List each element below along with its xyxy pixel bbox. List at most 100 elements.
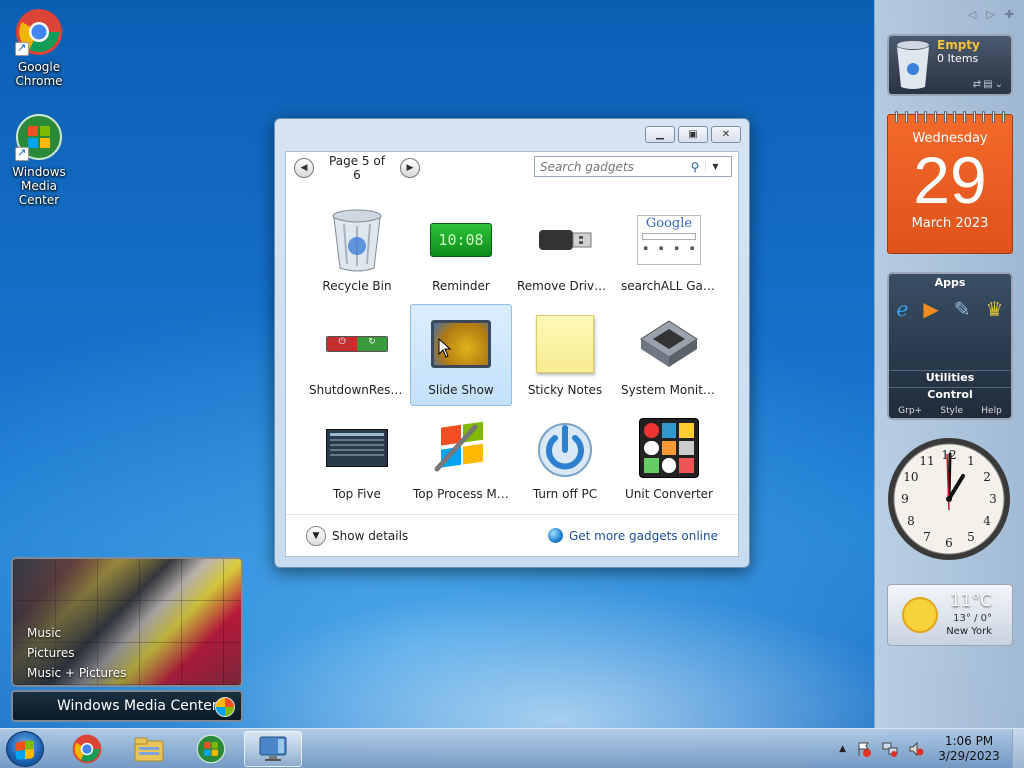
restore-button[interactable]: ▣ — [678, 126, 708, 143]
analog-clock: 121234567891011 — [888, 438, 1010, 560]
apps-launcher-gadget[interactable]: Apps ℯ ▶ ✎ ♛ Utilities Control Grp+ Styl… — [887, 272, 1013, 420]
gadget-tile-top-five[interactable]: Top Five — [306, 408, 408, 510]
media-center-title-bar[interactable]: Windows Media Center — [11, 690, 243, 722]
clock-numeral: 4 — [983, 514, 991, 528]
desktop-icon-chrome[interactable]: Google Chrome — [0, 8, 78, 88]
clock-numeral: 10 — [903, 470, 918, 484]
prev-page-button[interactable]: ◀ — [294, 158, 314, 178]
media-menu-pictures[interactable]: Pictures — [27, 643, 126, 663]
close-button[interactable]: ✕ — [711, 126, 741, 143]
chrome-icon — [72, 734, 102, 764]
reminder-clock-icon: 10:08 — [428, 207, 494, 273]
apps-style-button[interactable]: Style — [940, 406, 963, 416]
calendar-rings — [888, 111, 1012, 123]
next-page-button[interactable]: ▶ — [400, 158, 420, 178]
gadget-tile-recycle-bin[interactable]: Recycle Bin — [306, 200, 408, 302]
recycle-bin-icon — [897, 41, 929, 89]
gadget-tile-searchall[interactable]: Google ▪ ▪ ▪ ▪ searchALL Gadg... — [618, 200, 720, 302]
windows-logo-icon — [15, 113, 63, 161]
gadget-name: Slide Show — [428, 383, 494, 397]
search-input[interactable] — [535, 159, 685, 174]
media-center-gadget[interactable]: Music Pictures Music + Pictures — [11, 557, 243, 687]
network-icon[interactable] — [882, 741, 898, 757]
apps-grp-button[interactable]: Grp+ — [898, 406, 922, 416]
taskbar-gadgets[interactable] — [244, 731, 302, 767]
windows-logo-icon — [215, 697, 235, 717]
gadget-tile-shutdown-restart[interactable]: ⏻ ↻ ShutdownRestart — [306, 304, 408, 406]
show-details-toggle[interactable]: ▼ Show details — [306, 525, 408, 546]
cpu-chip-icon — [636, 311, 702, 377]
gallery-footer: ▼ Show details Get more gadgets online — [286, 514, 738, 556]
calendar-gadget[interactable]: Wednesday 29 March 2023 — [887, 111, 1013, 254]
chevron-down-icon: ▼ — [306, 525, 326, 546]
media-center-menu: Music Pictures Music + Pictures — [27, 623, 126, 683]
search-dropdown-icon[interactable]: ▼ — [705, 162, 725, 171]
google-logo-text: Google — [645, 216, 693, 231]
start-button[interactable] — [6, 731, 44, 767]
get-more-gadgets-link[interactable]: Get more gadgets online — [547, 528, 718, 543]
paint-icon[interactable]: ✎ — [954, 297, 971, 321]
add-gadget-icon[interactable]: ✚ — [1005, 8, 1014, 21]
power-buttons-icon: ⏻ ↻ — [324, 311, 390, 377]
apps-header: Apps — [934, 276, 966, 289]
apps-control-row[interactable]: Control — [889, 387, 1011, 401]
media-center-title: Windows Media Center — [57, 698, 218, 714]
internet-explorer-icon[interactable]: ℯ — [897, 297, 909, 321]
recycle-tools-icon[interactable]: ⇄▤⌄ — [973, 79, 1005, 90]
chevron-right-icon: ▶ — [406, 163, 414, 173]
taskbar-explorer[interactable] — [120, 731, 178, 767]
weather-gadget[interactable]: 11°C 13° / 0° New York — [887, 584, 1013, 646]
weather-temperature: 11°C — [949, 591, 992, 611]
clock-numeral: 11 — [919, 454, 934, 468]
unit-converter-icon — [636, 415, 702, 481]
gadget-name: Top Five — [333, 487, 381, 501]
gadget-name: Unit Converter — [624, 487, 713, 501]
chevron-left-icon: ◀ — [300, 163, 308, 173]
google-search-icon: Google ▪ ▪ ▪ ▪ — [636, 207, 702, 273]
apps-utilities-row[interactable]: Utilities — [889, 370, 1011, 384]
gadget-gallery-window[interactable]: ▁ ▣ ✕ ◀ Page 5 of 6 ▶ ⚲ ▼ — [274, 118, 750, 568]
clock-numeral: 8 — [907, 514, 915, 528]
gadget-tile-sticky-notes[interactable]: Sticky Notes — [514, 304, 616, 406]
desktop-icon-media-center[interactable]: Windows Media Center — [0, 113, 78, 207]
clock-numeral: 2 — [983, 470, 991, 484]
media-menu-music-pictures[interactable]: Music + Pictures — [27, 663, 126, 683]
gadget-name: Top Process Mo... — [413, 487, 511, 501]
gadget-tile-remove-drive[interactable]: Remove Drive S... — [514, 200, 616, 302]
clock-numeral: 3 — [989, 492, 997, 506]
gadget-sidebar: ◁ ▷ ✚ Empty 0 Items ⇄▤⌄ Wednesday 29 Mar… — [874, 0, 1024, 728]
sidebar-controls: ◁ ▷ ✚ — [968, 8, 1014, 21]
gadget-name: Recycle Bin — [322, 279, 392, 293]
gadget-tile-turn-off-pc[interactable]: Turn off PC — [514, 408, 616, 510]
chevron-left-icon[interactable]: ◁ — [968, 8, 976, 21]
search-icon[interactable]: ⚲ — [685, 160, 705, 174]
weather-city: New York — [946, 626, 992, 637]
trophy-icon[interactable]: ♛ — [986, 297, 1004, 321]
minimize-icon: ▁ — [656, 129, 664, 140]
show-hidden-icons-icon[interactable]: ▲ — [839, 744, 846, 754]
volume-muted-icon[interactable] — [908, 741, 924, 757]
gadget-tile-reminder[interactable]: 10:08 Reminder — [410, 200, 512, 302]
taskbar-media-center[interactable] — [182, 731, 240, 767]
restore-icon: ▣ — [688, 129, 698, 140]
get-more-gadgets-label: Get more gadgets online — [568, 528, 718, 543]
show-desktop-button[interactable] — [1012, 729, 1024, 768]
taskbar-chrome[interactable] — [58, 731, 116, 767]
windows-logo-icon — [16, 740, 34, 760]
chevron-right-icon[interactable]: ▷ — [986, 8, 994, 21]
clock-gadget[interactable]: 121234567891011 — [887, 436, 1013, 566]
media-player-icon[interactable]: ▶ — [923, 297, 938, 321]
recycle-item-count: 0 Items — [937, 52, 979, 65]
gadget-tile-system-monitor[interactable]: System Monitor II — [618, 304, 720, 406]
apps-help-button[interactable]: Help — [981, 406, 1002, 416]
taskbar-clock[interactable]: 1:06 PM 3/29/2023 — [934, 734, 1004, 764]
gadget-tile-top-process-monitor[interactable]: Top Process Mo... — [410, 408, 512, 510]
recycle-bin-gadget[interactable]: Empty 0 Items ⇄▤⌄ — [887, 34, 1013, 96]
minimize-button[interactable]: ▁ — [645, 126, 675, 143]
tools-windows-flag-icon — [428, 415, 494, 481]
gadget-tile-unit-converter[interactable]: Unit Converter — [618, 408, 720, 510]
clock-numeral: 9 — [901, 492, 909, 506]
media-menu-music[interactable]: Music — [27, 623, 126, 643]
gadget-tile-slide-show[interactable]: Slide Show — [410, 304, 512, 406]
action-center-flag-icon[interactable] — [856, 741, 872, 757]
